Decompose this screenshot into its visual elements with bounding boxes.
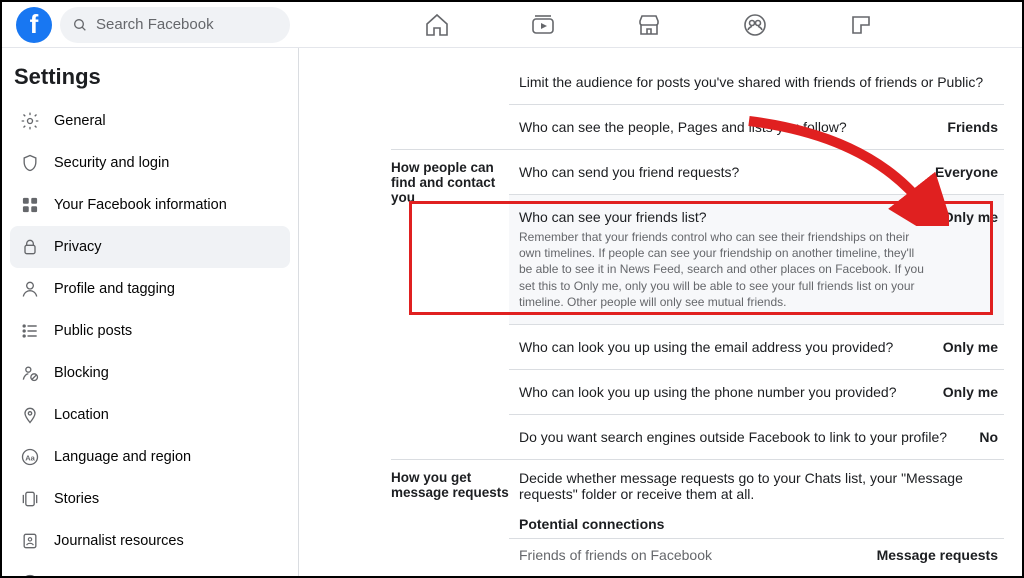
stories-icon (18, 487, 42, 511)
section-label-activity (391, 60, 509, 149)
sidebar-item-blocking[interactable]: Blocking (10, 352, 290, 394)
gaming-icon[interactable] (847, 11, 875, 39)
msg-intro-text: Decide whether message requests go to yo… (519, 470, 1004, 502)
setting-row-friend-requests[interactable]: Who can send you friend requests? Everyo… (509, 150, 1004, 194)
block-icon (18, 361, 42, 385)
page-title: Settings (14, 64, 284, 90)
sidebar-item-location[interactable]: Location (10, 394, 290, 436)
language-icon: Aa (18, 445, 42, 469)
watch-icon[interactable] (529, 11, 557, 39)
setting-row-search-engines[interactable]: Do you want search engines outside Faceb… (509, 414, 1004, 459)
top-nav (290, 11, 1008, 39)
sidebar-item-language[interactable]: Aa Language and region (10, 436, 290, 478)
lock-icon (18, 235, 42, 259)
svg-text:Aa: Aa (25, 453, 35, 462)
sidebar-item-profile-tagging[interactable]: Profile and tagging (10, 268, 290, 310)
grid-icon (18, 193, 42, 217)
facebook-logo[interactable]: f (16, 7, 52, 43)
marketplace-icon[interactable] (635, 11, 663, 39)
sidebar-item-journalist[interactable]: Journalist resources (10, 520, 290, 562)
setting-row-phone-lookup[interactable]: Who can look you up using the phone numb… (509, 369, 1004, 414)
section-label-find: How people can find and contact you (391, 150, 509, 459)
person-icon (18, 277, 42, 301)
shield-icon (18, 151, 42, 175)
sidebar-item-security[interactable]: Security and login (10, 142, 290, 184)
settings-sidebar: Settings General Security and login Your… (2, 48, 299, 576)
setting-row-friends-list[interactable]: Who can see your friends list? Remember … (509, 194, 1004, 324)
subhead-potential: Potential connections (519, 516, 1004, 532)
top-bar: f Search Facebook (2, 2, 1022, 48)
sidebar-item-stories[interactable]: Stories (10, 478, 290, 520)
sidebar-item-privacy[interactable]: Privacy (10, 226, 290, 268)
home-icon[interactable] (423, 11, 451, 39)
sidebar-item-fb-info[interactable]: Your Facebook information (10, 184, 290, 226)
badge-icon (18, 529, 42, 553)
gear-icon (18, 109, 42, 133)
sidebar-item-general[interactable]: General (10, 100, 290, 142)
setting-row-limit-posts[interactable]: Limit the audience for posts you've shar… (509, 60, 1004, 104)
sidebar-item-reactions[interactable]: Reaction preferences (10, 562, 290, 576)
section-label-msg: How you get message requests (391, 460, 509, 571)
search-placeholder: Search Facebook (96, 16, 214, 33)
setting-row-follow[interactable]: Who can see the people, Pages and lists … (509, 104, 1004, 149)
settings-content: Limit the audience for posts you've shar… (299, 48, 1022, 576)
list-icon (18, 319, 42, 343)
reaction-icon (18, 571, 42, 576)
setting-row-friends-of-friends[interactable]: Friends of friends on Facebook Message r… (509, 538, 1004, 571)
search-box[interactable]: Search Facebook (60, 7, 290, 43)
search-icon (72, 17, 88, 33)
sidebar-item-public-posts[interactable]: Public posts (10, 310, 290, 352)
location-icon (18, 403, 42, 427)
setting-row-email-lookup[interactable]: Who can look you up using the email addr… (509, 324, 1004, 369)
groups-icon[interactable] (741, 11, 769, 39)
